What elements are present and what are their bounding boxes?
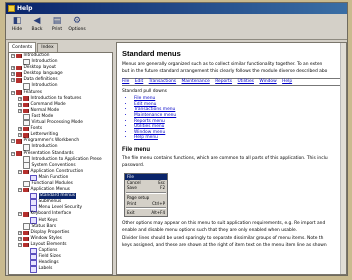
contents-tree[interactable]: − Introduction Introduction + Desktop layout… [8,52,113,275]
file-menu-divider [126,191,166,194]
expand-toggle-icon[interactable]: + [18,133,22,138]
book-icon [23,102,29,108]
book-icon [16,90,22,95]
intro-text: but in the future standard arrangement t… [122,69,328,75]
other-options-text: keys assigned, and these are shown at th… [122,242,327,248]
menubar-sample: File Edit Transactions Maintenance Repor… [122,77,341,86]
menubar-sample-item[interactable]: Edit [135,79,144,84]
file-menu-item-key: F2 [160,185,165,191]
navigation-pane: Contents Index − Introduction Introduction… [8,42,113,275]
book-icon [16,78,22,83]
file-menu-figure-item: Print Ctrl+P [125,201,167,207]
expand-toggle-icon[interactable]: − [18,212,22,217]
menubar-sample-item[interactable]: File [122,79,129,84]
title-bar[interactable]: Help [6,3,347,14]
file-menu-text: password. [122,163,145,169]
tab-index[interactable]: Index [37,43,58,52]
book-icon [23,242,29,248]
expand-toggle-icon[interactable]: − [11,90,15,95]
expand-toggle-icon[interactable]: − [11,54,15,59]
book-icon [23,108,29,114]
topic-heading: Standard menus [122,49,181,58]
book-icon [16,65,22,71]
other-options-text: Other options may appear on this menu to… [122,220,326,226]
expand-toggle-icon[interactable]: + [18,127,22,132]
expand-toggle-icon[interactable]: + [11,66,15,71]
book-icon [23,236,29,242]
expand-toggle-icon[interactable]: + [18,108,22,113]
book-icon [16,151,22,156]
tree-node-label: Labels [38,266,53,272]
file-menu-item-label: Exit [127,210,135,216]
menubar-sample-item[interactable]: Window [259,79,276,84]
menubar-sample-item[interactable]: Reports [215,79,232,84]
back-button[interactable]: ◀ Back [28,14,46,38]
expand-toggle-icon[interactable]: − [18,188,22,193]
nav-tabs: Contents Index [8,42,113,52]
other-options-text: Divider lines should be used sparingly t… [122,235,324,241]
help-app-icon [8,5,15,12]
intro-text: Menus are generally organized such as to… [122,62,323,67]
print-label: Print [51,27,63,32]
expand-toggle-icon[interactable]: − [18,169,22,174]
hide-label: Hide [11,27,23,32]
expand-toggle-icon[interactable]: + [18,230,22,235]
menubar-sample-item[interactable]: Transactions [149,79,176,84]
file-menu-text: The file menu contains functions, which … [122,155,328,161]
file-menu-figure-item: Save F2 [125,185,167,191]
file-menu-figure: File Cancel Esc Save F2 Page setup Print… [124,172,168,217]
book-icon [23,212,29,217]
expand-toggle-icon[interactable]: + [11,72,15,77]
file-menu-divider [126,207,166,210]
other-options-text: enable and disable menu options such tha… [122,228,298,234]
tab-contents[interactable]: Contents [8,42,37,52]
expand-toggle-icon[interactable]: − [18,242,22,247]
tree-node[interactable]: Labels [9,266,112,273]
book-icon [23,187,29,193]
hide-icon: ◧ [12,16,22,26]
expand-toggle-icon[interactable]: + [18,96,22,101]
expand-toggle-icon[interactable]: − [11,151,15,156]
book-icon [23,96,29,101]
file-menu-item-label: Print [127,200,137,206]
file-menu-item-key: Alt+F4 [151,210,165,216]
book-icon [23,169,29,175]
file-menu-figure-item: Exit Alt+F4 [125,210,167,216]
pulldown-link[interactable]: Help menu [134,135,341,141]
file-menu-heading: File menu [122,146,151,153]
options-label: Options [68,27,86,32]
back-label: Back [31,27,43,32]
back-icon: ◀ [33,16,41,26]
options-button[interactable]: ⚙ Options [68,14,86,38]
expand-toggle-icon[interactable]: + [18,102,22,107]
window-title: Help [17,5,33,12]
pulldowns-label: Standard pull downs [122,88,167,94]
pulldown-link-list: File menu Edit menu Transactions menu Ma… [122,96,341,141]
expand-toggle-icon[interactable]: + [18,236,22,241]
book-icon [16,53,22,59]
book-icon [23,126,29,132]
menubar-sample-item[interactable]: Maintenance [182,79,210,84]
book-icon [23,230,29,236]
content-scrollbar[interactable] [340,43,346,274]
options-icon: ⚙ [72,16,82,26]
book-icon [23,133,29,138]
print-button[interactable]: ▤ Print [48,14,66,38]
book-icon [16,72,22,77]
toolbar: ◧ Hide ◀ Back ▤ Print ⚙ Options [6,14,347,40]
expand-toggle-icon[interactable]: + [11,78,15,83]
print-icon: ▤ [52,16,62,26]
menubar-sample-item[interactable]: Help [282,79,292,84]
page-icon [30,266,37,273]
file-menu-item-label: Save [127,185,137,191]
topic-content: Standard menus Menus are generally organ… [116,42,347,275]
book-icon [16,139,22,144]
help-window: Help ◧ Hide ◀ Back ▤ Print ⚙ Options Con… [5,2,348,276]
file-menu-item-key: Ctrl+P [152,200,165,206]
expand-toggle-icon[interactable]: − [11,139,15,144]
hide-button[interactable]: ◧ Hide [8,14,26,38]
menubar-sample-item[interactable]: Utilities [237,79,254,84]
